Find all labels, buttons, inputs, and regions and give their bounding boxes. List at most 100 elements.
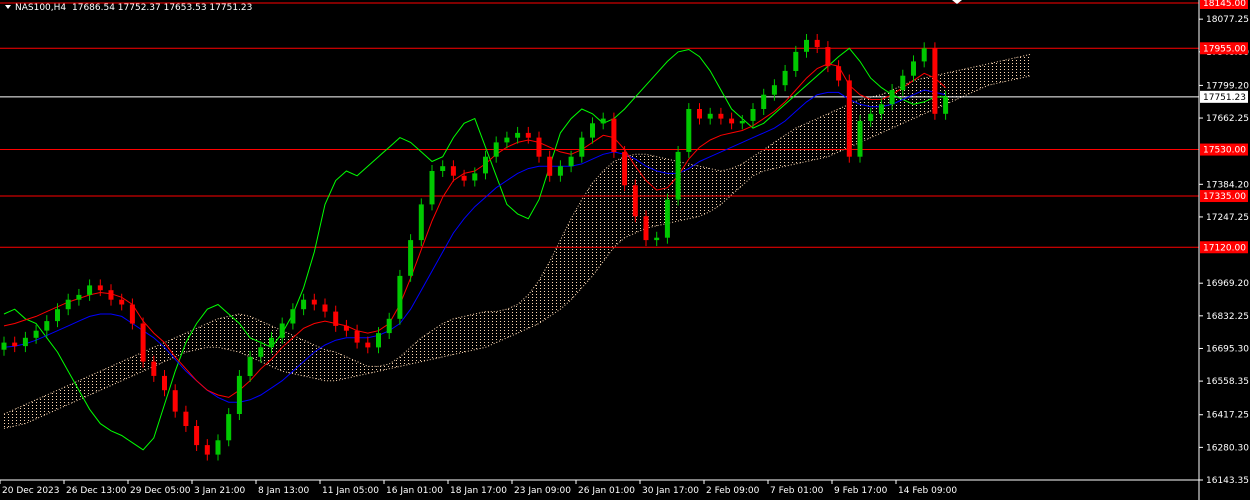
candle-body-15[interactable] bbox=[162, 375, 167, 391]
candle-body-62[interactable] bbox=[664, 199, 670, 238]
candle-body-13[interactable] bbox=[140, 323, 146, 362]
candle-body-14[interactable] bbox=[151, 361, 157, 376]
candle-body-84[interactable] bbox=[900, 75, 906, 90]
candle-body-16[interactable] bbox=[172, 390, 178, 412]
candle-body-48[interactable] bbox=[515, 132, 521, 138]
candle-body-49[interactable] bbox=[525, 132, 531, 138]
candle-body-85[interactable] bbox=[911, 61, 916, 76]
candle-body-88[interactable] bbox=[943, 96, 949, 114]
candle-body-59[interactable] bbox=[632, 185, 638, 217]
candle-body-80[interactable] bbox=[857, 121, 863, 157]
candle-body-6[interactable] bbox=[65, 299, 71, 310]
candle-body-78[interactable] bbox=[836, 66, 842, 81]
candle-body-8[interactable] bbox=[87, 285, 93, 295]
candle-body-22[interactable] bbox=[236, 375, 242, 414]
candle-body-10[interactable] bbox=[108, 290, 114, 300]
candle-body-33[interactable] bbox=[354, 330, 360, 343]
candle-body-41[interactable] bbox=[440, 166, 446, 171]
candle-body-42[interactable] bbox=[450, 166, 456, 176]
candle-body-73[interactable] bbox=[782, 70, 788, 86]
time-tick-label: 20 Dec 2023 bbox=[2, 486, 60, 496]
candle-body-32[interactable] bbox=[343, 325, 349, 331]
candle-body-27[interactable] bbox=[290, 309, 296, 324]
candle-body-53[interactable] bbox=[568, 156, 574, 167]
candle-body-1[interactable] bbox=[12, 342, 18, 347]
price-tick-label: 17384.20 bbox=[1206, 180, 1249, 190]
time-tick-label: 18 Jan 17:00 bbox=[450, 486, 507, 496]
candle-body-71[interactable] bbox=[761, 94, 767, 109]
time-tick-label: 9 Feb 17:00 bbox=[834, 486, 888, 496]
candle-body-17[interactable] bbox=[183, 411, 189, 426]
candle-body-34[interactable] bbox=[365, 342, 371, 348]
candle-body-11[interactable] bbox=[119, 299, 125, 305]
candle-body-86[interactable] bbox=[921, 48, 927, 62]
candle-body-45[interactable] bbox=[483, 156, 488, 174]
candle-body-56[interactable] bbox=[600, 118, 606, 124]
time-tick-label: 3 Jan 21:00 bbox=[194, 486, 246, 496]
candle-body-76[interactable] bbox=[814, 39, 820, 47]
candle-body-58[interactable] bbox=[622, 151, 628, 186]
time-tick-label: 2 Feb 09:00 bbox=[706, 486, 760, 496]
candle-body-18[interactable] bbox=[194, 426, 200, 446]
candle-body-28[interactable] bbox=[301, 299, 307, 310]
candle-body-81[interactable] bbox=[868, 113, 874, 121]
candle-body-72[interactable] bbox=[771, 85, 777, 95]
time-tick-label: 30 Jan 17:00 bbox=[642, 486, 699, 496]
candle-body-79[interactable] bbox=[846, 80, 852, 157]
candle-body-67[interactable] bbox=[718, 113, 724, 119]
candle-body-43[interactable] bbox=[461, 175, 467, 181]
candle-body-52[interactable] bbox=[557, 166, 563, 176]
candle-body-83[interactable] bbox=[889, 90, 895, 105]
candle-body-12[interactable] bbox=[129, 304, 135, 324]
candle-body-0[interactable] bbox=[1, 342, 7, 350]
candle-body-2[interactable] bbox=[22, 337, 28, 347]
candle-body-30[interactable] bbox=[322, 304, 328, 312]
candle-body-40[interactable] bbox=[429, 171, 435, 205]
candle-body-68[interactable] bbox=[729, 118, 735, 124]
candle-body-4[interactable] bbox=[44, 321, 50, 331]
candle-body-50[interactable] bbox=[536, 137, 542, 157]
candle-body-36[interactable] bbox=[386, 318, 392, 334]
price-chart[interactable]: 18077.2517940.0017799.2017662.2517384.20… bbox=[0, 0, 1250, 500]
candle-body-23[interactable] bbox=[247, 356, 253, 376]
candle-body-51[interactable] bbox=[547, 156, 553, 176]
candle-body-47[interactable] bbox=[504, 137, 510, 143]
candle-body-70[interactable] bbox=[750, 109, 756, 121]
candle-body-74[interactable] bbox=[793, 51, 799, 71]
candle-body-77[interactable] bbox=[825, 47, 831, 67]
candle-body-69[interactable] bbox=[739, 121, 745, 124]
candle-body-31[interactable] bbox=[333, 311, 339, 326]
candle-body-3[interactable] bbox=[33, 330, 39, 338]
candle-body-26[interactable] bbox=[279, 323, 285, 338]
candle-body-57[interactable] bbox=[611, 118, 617, 152]
candle-body-55[interactable] bbox=[590, 123, 595, 138]
candle-body-61[interactable] bbox=[654, 237, 660, 241]
candle-body-44[interactable] bbox=[472, 173, 478, 181]
candle-body-63[interactable] bbox=[675, 151, 681, 200]
candle-body-7[interactable] bbox=[76, 294, 82, 300]
candle-body-24[interactable] bbox=[258, 347, 264, 357]
candle-body-5[interactable] bbox=[55, 309, 60, 322]
candle-body-35[interactable] bbox=[376, 333, 381, 348]
candle-body-82[interactable] bbox=[878, 104, 884, 114]
candle-body-54[interactable] bbox=[579, 137, 585, 157]
candle-body-38[interactable] bbox=[408, 240, 414, 276]
candle-body-87[interactable] bbox=[932, 48, 938, 114]
candle-body-20[interactable] bbox=[215, 440, 221, 455]
price-tick-label: 17662.25 bbox=[1206, 114, 1249, 124]
candle-body-75[interactable] bbox=[804, 39, 809, 52]
candle-body-21[interactable] bbox=[226, 414, 232, 441]
candle-body-64[interactable] bbox=[686, 109, 692, 152]
candle-body-66[interactable] bbox=[707, 113, 713, 119]
candle-body-39[interactable] bbox=[418, 204, 424, 241]
price-tick-label: 16832.25 bbox=[1206, 312, 1249, 322]
candle-body-37[interactable] bbox=[397, 275, 403, 319]
candle-body-60[interactable] bbox=[643, 216, 649, 241]
price-tick-label: 17799.20 bbox=[1206, 81, 1249, 91]
candle-body-46[interactable] bbox=[493, 142, 499, 157]
candle-body-19[interactable] bbox=[204, 445, 210, 455]
candle-body-25[interactable] bbox=[269, 337, 274, 348]
candle-body-65[interactable] bbox=[697, 109, 702, 119]
candle-body-29[interactable] bbox=[311, 299, 317, 305]
candle-body-9[interactable] bbox=[97, 285, 103, 291]
